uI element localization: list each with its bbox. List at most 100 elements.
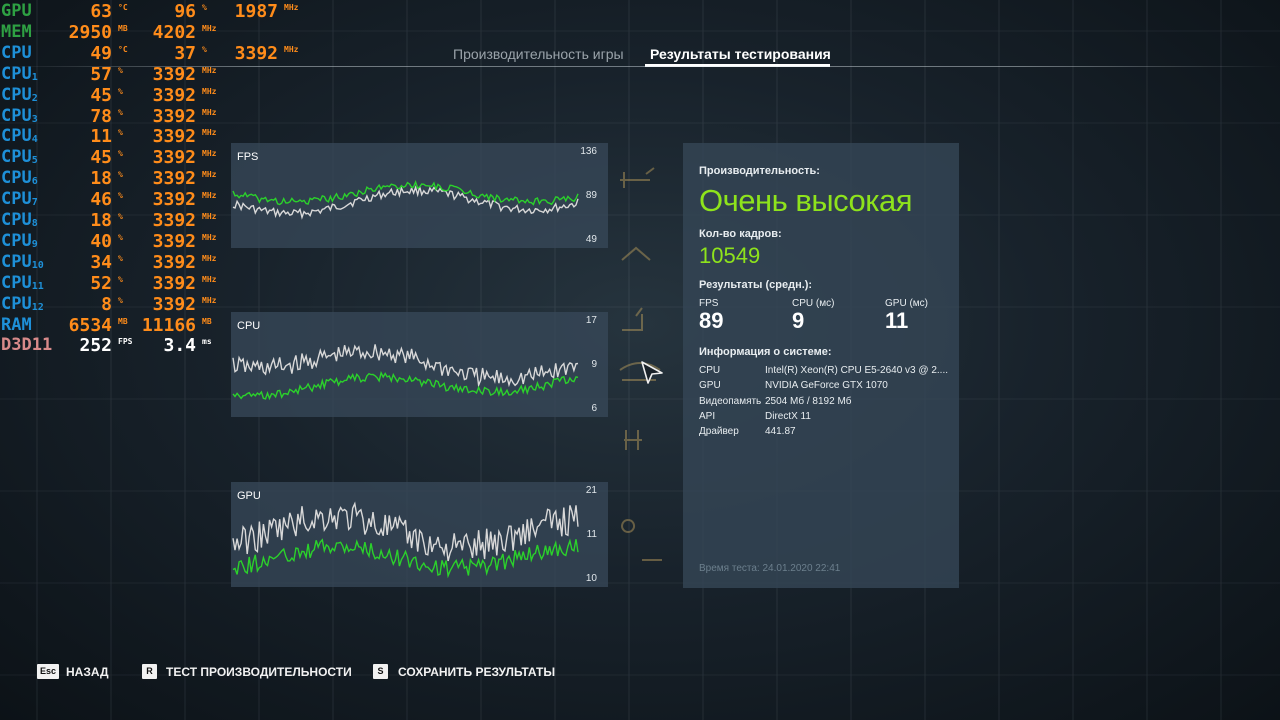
osd-label-index: 12 <box>31 301 44 313</box>
osd-label-index: 4 <box>31 134 38 146</box>
osd-unit: % <box>118 232 123 242</box>
osd-unit: MHz <box>202 128 217 138</box>
graph-tick-mid: 89 <box>585 190 597 201</box>
osd-unit: MB <box>118 23 128 33</box>
gpu-graph: GPU 21 11 10 <box>231 482 608 587</box>
osd-unit: % <box>118 170 123 180</box>
osd-label-text: CPU <box>1 293 32 314</box>
graph-tick-mid: 9 <box>591 359 597 370</box>
osd-value: 63 <box>90 1 112 22</box>
current-series-line <box>232 538 579 579</box>
graph-tick-max: 21 <box>585 485 597 496</box>
osd-label-index: 2 <box>31 92 38 104</box>
osd-unit: % <box>118 128 123 138</box>
osd-label: RAM <box>1 314 32 335</box>
tab-test-results[interactable]: Результаты тестирования <box>650 46 831 62</box>
osd-value: 8 <box>101 293 112 315</box>
save-results-button[interactable]: СОХРАНИТЬ РЕЗУЛЬТАТЫ <box>398 665 555 679</box>
osd-value: 3392 <box>152 293 196 315</box>
sys-vram-key: Видеопамять <box>699 396 762 407</box>
osd-unit: MHz <box>202 274 217 284</box>
osd-unit: °C <box>118 3 128 12</box>
osd-value: 96 <box>174 1 196 22</box>
osd-label-text: CPU <box>1 126 32 147</box>
osd-label: GPU <box>1 1 32 21</box>
sys-gpu-key: GPU <box>699 380 721 391</box>
osd-value: 3.4 <box>163 335 196 357</box>
osd-value: 18 <box>90 210 112 231</box>
osd-unit: MHz <box>202 170 217 180</box>
osd-unit: % <box>202 3 207 12</box>
gpu-graph-plot <box>232 501 579 579</box>
osd-unit: MHz <box>202 149 217 159</box>
graph-title: GPU <box>237 490 261 502</box>
osd-label-index: 1 <box>31 71 38 83</box>
osd-unit: MHz <box>202 253 217 263</box>
avg-cpu-value: 9 <box>792 308 805 333</box>
s-key-icon: S <box>373 664 388 679</box>
osd-label: D3D11 <box>1 335 53 356</box>
osd-label-text: CPU <box>1 84 32 105</box>
esc-key-icon: Esc <box>37 664 59 679</box>
osd-value: 3392 <box>152 84 196 106</box>
tab-bar: Производительность игры Результаты тести… <box>0 44 1280 68</box>
osd-value: 52 <box>90 272 112 294</box>
osd-value: 34 <box>90 251 112 273</box>
osd-unit: MHz <box>202 212 217 221</box>
osd-value: 3392 <box>152 251 196 273</box>
osd-unit: MB <box>118 316 128 326</box>
osd-label-text: CPU <box>1 147 32 168</box>
osd-label-text: CPU <box>1 230 32 251</box>
osd-value: 18 <box>90 168 112 190</box>
run-benchmark-button[interactable]: ТЕСТ ПРОИЗВОДИТЕЛЬНОСТИ <box>166 665 352 679</box>
graph-tick-min: 10 <box>585 573 597 584</box>
graph-title: CPU <box>237 320 261 332</box>
osd-unit: % <box>118 274 123 284</box>
graph-tick-mid: 11 <box>586 529 597 540</box>
back-button[interactable]: НАЗАД <box>66 665 109 679</box>
osd-value: 4202 <box>152 21 196 43</box>
osd-unit: MHz <box>202 86 217 96</box>
osd-unit: % <box>118 191 123 201</box>
avg-gpu-value: 11 <box>885 308 909 333</box>
frames-count: 10549 <box>699 243 761 268</box>
osd-label-text: CPU <box>1 210 32 230</box>
osd-unit: % <box>118 86 123 96</box>
osd-value: 252 <box>79 335 112 357</box>
osd-value: 40 <box>90 230 112 252</box>
osd-value: 6534 <box>68 314 112 336</box>
sys-gpu-value: NVIDIA GeForce GTX 1070 <box>765 380 888 391</box>
osd-unit: % <box>118 149 123 159</box>
sys-cpu-key: CPU <box>699 365 721 376</box>
graph-tick-min: 6 <box>591 403 597 414</box>
osd-label-index: 10 <box>31 259 44 271</box>
osd-unit: ms <box>202 337 212 347</box>
osd-value: 3392 <box>152 105 196 127</box>
osd-unit: MHz <box>202 23 217 33</box>
osd-label-index: 8 <box>31 218 38 229</box>
osd-unit: FPS <box>118 337 133 347</box>
osd-label-text: CPU <box>1 168 32 189</box>
fps-graph: FPS 136 89 49 <box>231 143 608 248</box>
graph-tick-min: 49 <box>585 234 597 245</box>
reference-series-line <box>232 344 579 388</box>
osd-unit: MB <box>202 316 212 326</box>
osd-value: 2950 <box>68 21 112 43</box>
results-panel: Производительность: Очень высокая Кол-во… <box>683 143 959 588</box>
tab-divider <box>0 66 1280 67</box>
osd-unit: % <box>118 253 123 263</box>
osd-value: 3392 <box>152 168 196 190</box>
performance-rating: Очень высокая <box>699 183 913 218</box>
osd-unit: MHz <box>202 232 217 242</box>
osd-unit: MHz <box>202 191 217 201</box>
current-series-line <box>232 179 579 206</box>
osd-value: 3392 <box>152 147 196 169</box>
tab-game-performance[interactable]: Производительность игры <box>453 46 624 62</box>
average-results-label: Результаты (средн.): <box>699 279 813 291</box>
osd-value: 3392 <box>152 189 196 211</box>
osd-value: 11 <box>90 126 112 148</box>
fps-graph-plot <box>232 179 579 220</box>
performance-label: Производительность: <box>699 165 820 177</box>
osd-unit: % <box>118 212 123 221</box>
osd-value: 45 <box>90 147 112 169</box>
